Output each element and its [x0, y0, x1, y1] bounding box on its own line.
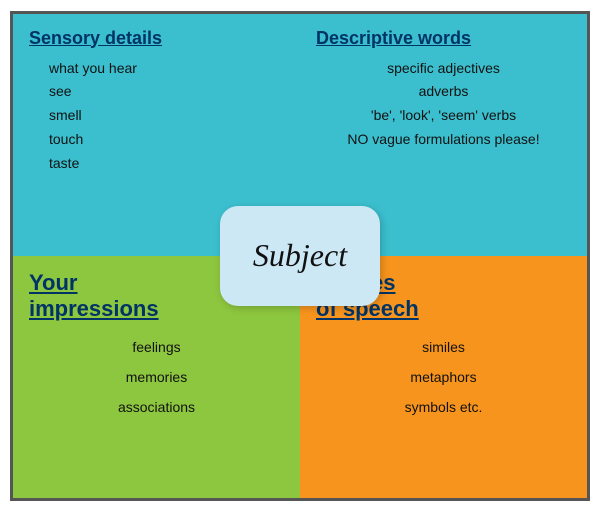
sensory-item-4: touch: [29, 128, 284, 152]
impressions-item-2: memories: [29, 366, 284, 390]
descriptive-item-1: specific adjectives: [316, 57, 571, 81]
sensory-details-title: Sensory details: [29, 28, 284, 49]
main-diagram: Sensory details what you hear see smell …: [10, 11, 590, 501]
impressions-item-1: feelings: [29, 336, 284, 360]
sensory-item-1: what you hear: [29, 57, 284, 81]
impressions-item-3: associations: [29, 396, 284, 420]
figures-item-1: similes: [316, 336, 571, 360]
descriptive-item-2: adverbs: [316, 80, 571, 104]
subject-center-box: Subject: [220, 206, 380, 306]
descriptive-item-3: 'be', 'look', 'seem' verbs: [316, 104, 571, 128]
descriptive-item-4: NO vague formulations please!: [316, 128, 571, 152]
sensory-item-2: see: [29, 80, 284, 104]
sensory-item-5: taste: [29, 152, 284, 176]
sensory-item-3: smell: [29, 104, 284, 128]
descriptive-words-title: Descriptive words: [316, 28, 571, 49]
subject-label: Subject: [253, 237, 347, 274]
figures-item-2: metaphors: [316, 366, 571, 390]
figures-item-3: symbols etc.: [316, 396, 571, 420]
